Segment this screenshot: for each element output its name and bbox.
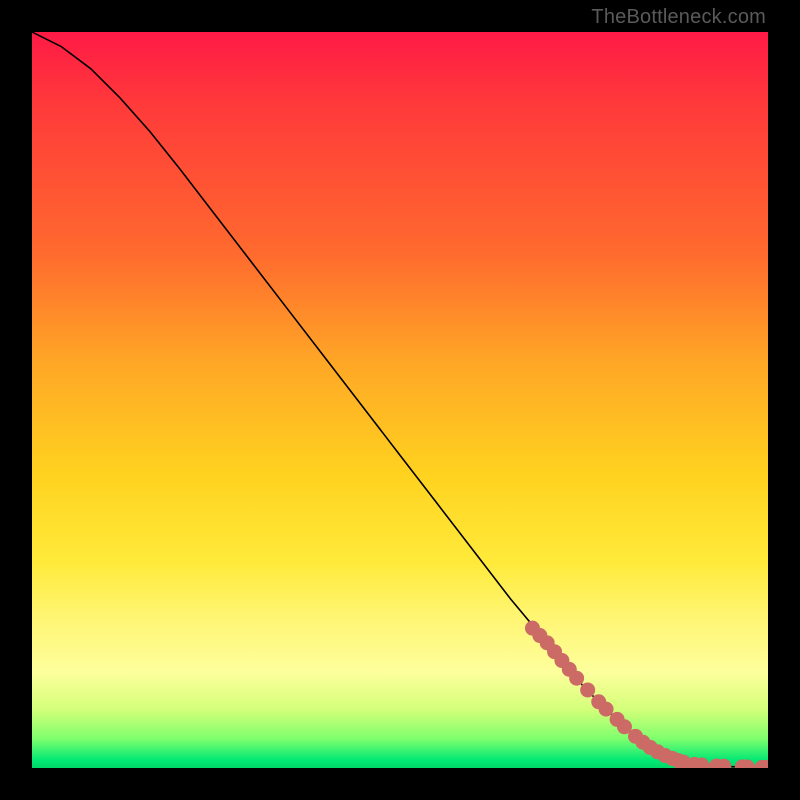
scatter-dots <box>525 621 768 768</box>
chart-svg <box>32 32 768 768</box>
curve-line <box>32 32 768 767</box>
watermark-label: TheBottleneck.com <box>591 6 766 29</box>
scatter-dot <box>580 682 595 697</box>
plot-area <box>32 32 768 768</box>
scatter-dot <box>569 671 584 686</box>
scatter-dot <box>599 702 614 717</box>
chart-frame: TheBottleneck.com <box>0 0 800 800</box>
